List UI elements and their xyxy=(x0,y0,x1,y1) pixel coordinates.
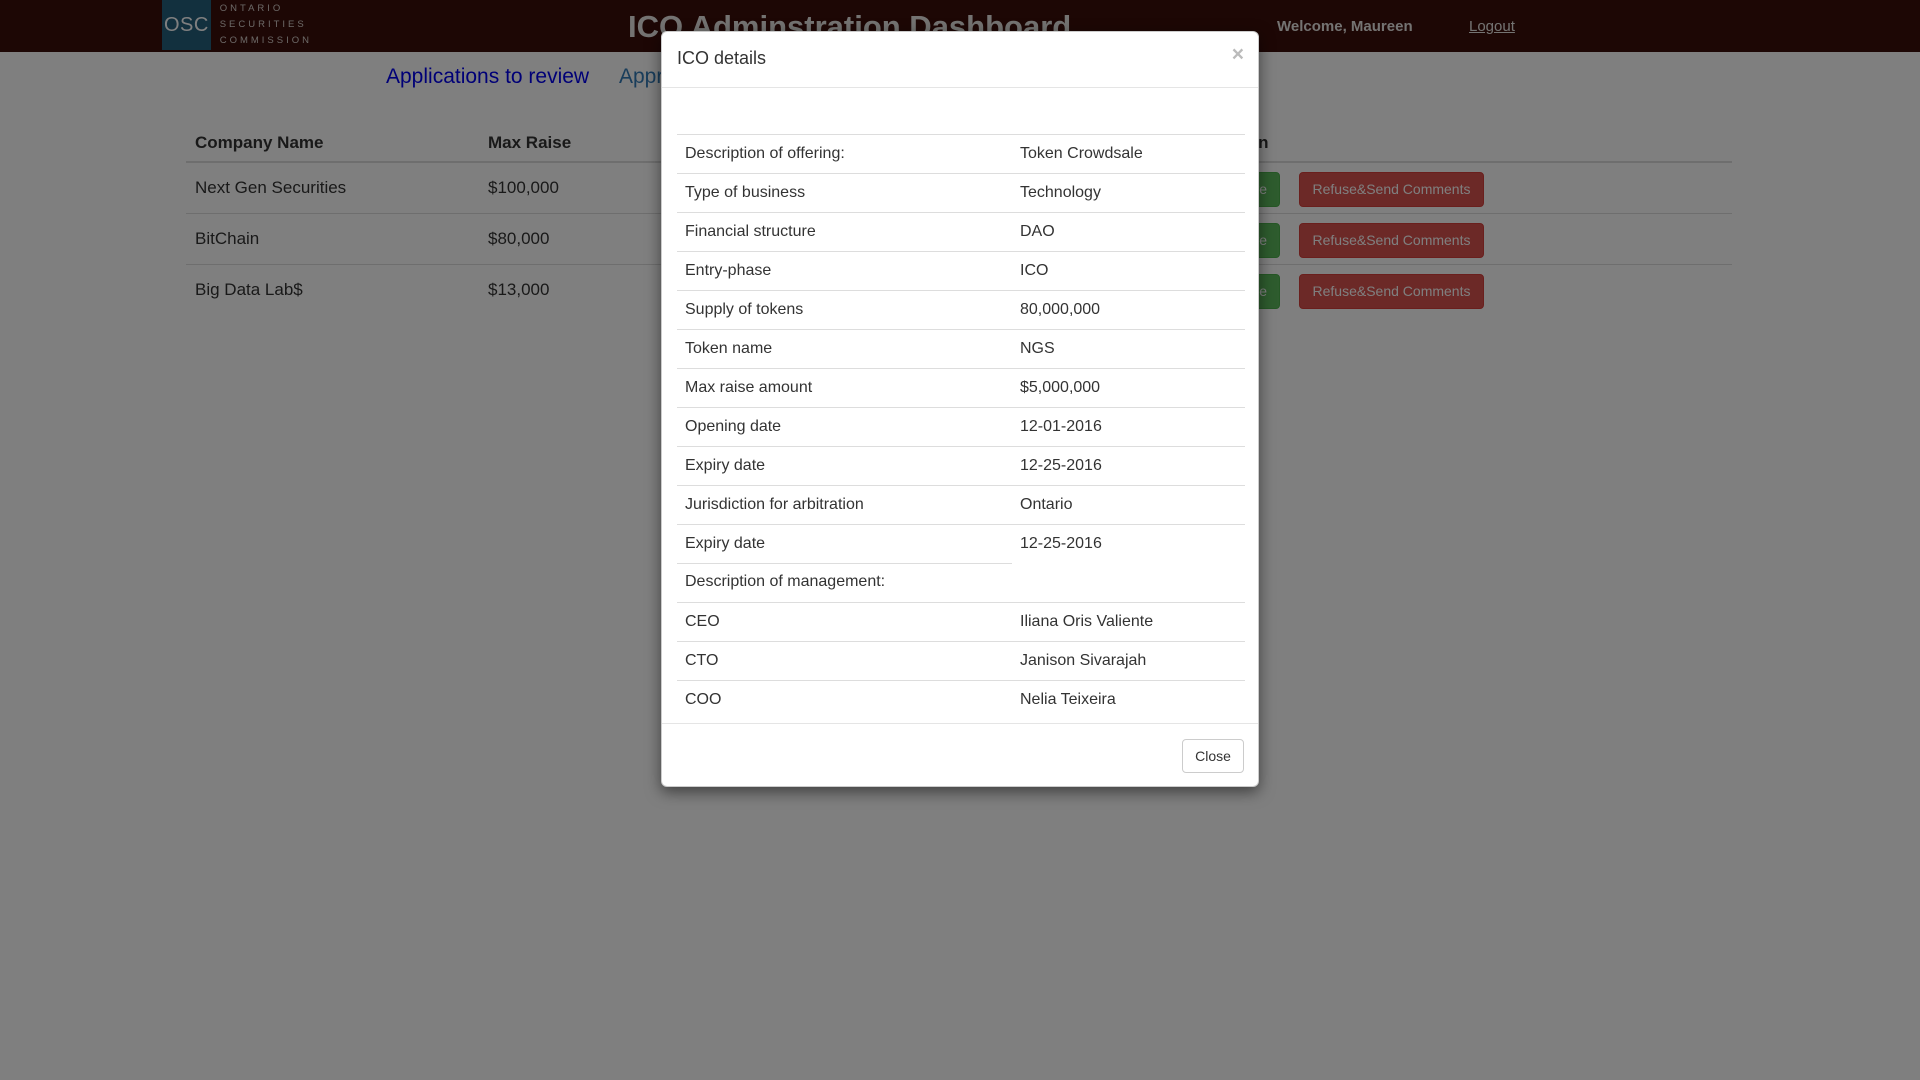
detail-value: Iliana Oris Valiente xyxy=(1020,613,1154,630)
detail-value: Janison Sivarajah xyxy=(1020,652,1147,669)
detail-label: Expiry date xyxy=(685,535,766,552)
detail-value: Nelia Teixeira xyxy=(1020,691,1116,708)
detail-row: Description of management: xyxy=(677,563,1245,602)
detail-row: Max raise amount $5,000,000 xyxy=(677,368,1245,407)
detail-value: $5,000,000 xyxy=(1020,379,1101,396)
modal-title: ICO details xyxy=(677,48,767,68)
detail-label: COO xyxy=(685,691,722,708)
detail-label: Jurisdiction for arbitration xyxy=(685,496,864,513)
detail-row: Type of business Technology xyxy=(677,173,1245,212)
detail-value: 12-25-2016 xyxy=(1020,535,1102,552)
detail-row: Expiry date 12-25-2016 xyxy=(677,446,1245,485)
detail-row: Financial structure DAO xyxy=(677,212,1245,251)
detail-section-label: Description of management: xyxy=(685,573,886,590)
detail-row: Entry-phase ICO xyxy=(677,251,1245,290)
detail-row: Token name NGS xyxy=(677,329,1245,368)
detail-row: Supply of tokens 80,000,000 xyxy=(677,290,1245,329)
detail-row: Expiry date 12-25-2016 xyxy=(677,524,1245,563)
detail-label: Type of business xyxy=(685,184,806,201)
detail-label: Max raise amount xyxy=(685,379,813,396)
detail-row: CEO Iliana Oris Valiente xyxy=(677,602,1245,641)
detail-label: CEO xyxy=(685,613,720,630)
detail-row: CTO Janison Sivarajah xyxy=(677,641,1245,680)
detail-label: Supply of tokens xyxy=(685,301,804,318)
detail-label: Financial structure xyxy=(685,223,816,240)
detail-value: 80,000,000 xyxy=(1020,301,1101,318)
detail-label: Entry-phase xyxy=(685,262,772,279)
close-icon[interactable]: × xyxy=(1232,44,1244,65)
detail-value: Ontario xyxy=(1020,496,1073,513)
detail-row: Description of offering: Token Crowdsale xyxy=(677,134,1245,173)
detail-label: Expiry date xyxy=(685,457,766,474)
detail-row: COO Nelia Teixeira xyxy=(677,680,1245,719)
detail-value: Technology xyxy=(1020,184,1101,201)
close-button[interactable]: Close xyxy=(1182,739,1244,773)
detail-label: Opening date xyxy=(685,418,782,435)
detail-value: Token Crowdsale xyxy=(1020,145,1143,162)
detail-label: CTO xyxy=(685,652,719,669)
modal-footer: Close xyxy=(662,723,1258,786)
detail-label: Token name xyxy=(685,340,773,357)
detail-row: Opening date 12-01-2016 xyxy=(677,407,1245,446)
modal-header: ICO details × xyxy=(662,32,1258,88)
detail-value: 12-01-2016 xyxy=(1020,418,1102,435)
detail-value: NGS xyxy=(1020,340,1055,357)
detail-label: Description of offering: xyxy=(685,145,845,162)
ico-details-modal: ICO details × Description of offering: T… xyxy=(661,31,1259,787)
detail-value: 12-25-2016 xyxy=(1020,457,1102,474)
detail-value: DAO xyxy=(1020,223,1055,240)
detail-row: Jurisdiction for arbitration Ontario xyxy=(677,485,1245,524)
detail-value: ICO xyxy=(1020,262,1049,279)
